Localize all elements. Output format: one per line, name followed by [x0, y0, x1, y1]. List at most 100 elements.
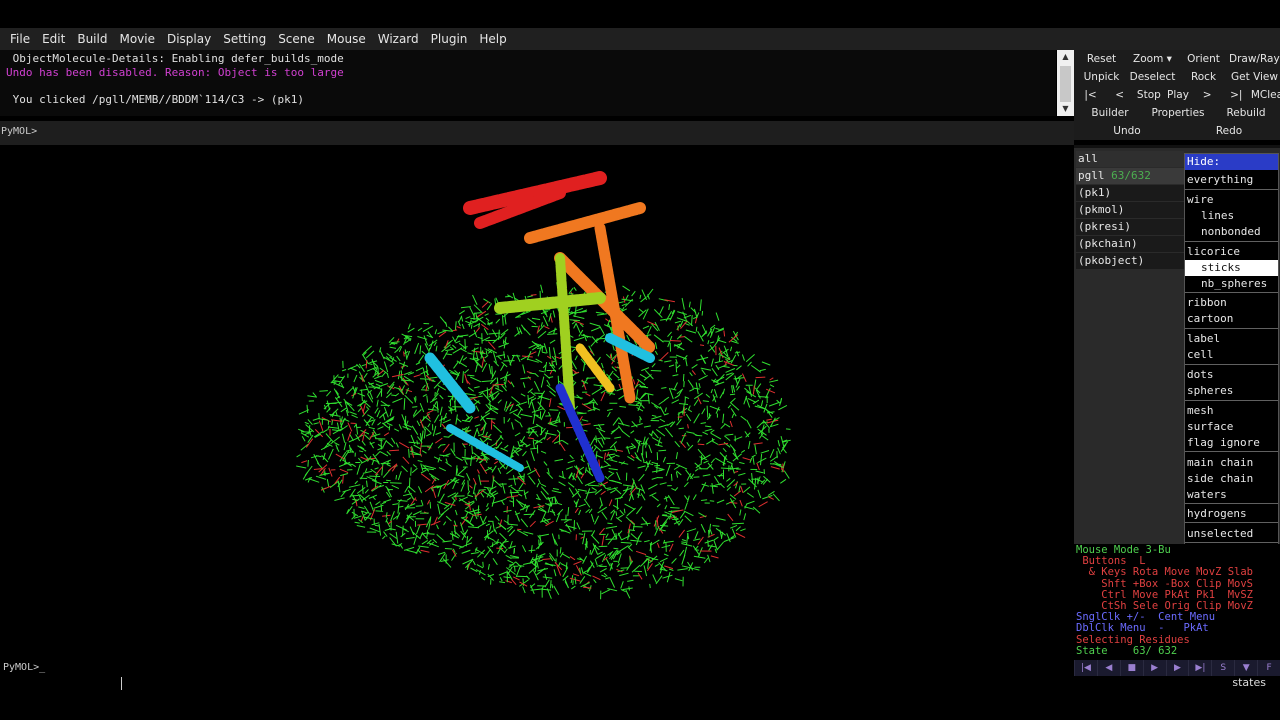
menu-plugin[interactable]: Plugin [425, 28, 474, 50]
object-pk1[interactable]: (pk1) [1076, 185, 1184, 202]
hide-item-hydrogens[interactable]: hydrogens [1185, 506, 1278, 522]
object-pkchain[interactable]: (pkchain) [1076, 236, 1184, 253]
lipid-sticks [296, 282, 791, 600]
movie-control-button[interactable]: S [1211, 660, 1234, 676]
movie-control-button[interactable]: ▼ [1234, 660, 1257, 676]
hide-item-main-chain[interactable]: main chain [1185, 455, 1278, 471]
draw-ray-button[interactable]: Draw/Ray ▾ [1229, 50, 1280, 68]
menu-mouse[interactable]: Mouse [321, 28, 372, 50]
output-console: ObjectMolecule-Details: Enabling defer_b… [0, 50, 1056, 116]
unpick-button[interactable]: Unpick [1076, 68, 1127, 86]
menu-display[interactable]: Display [161, 28, 217, 50]
hide-item-everything[interactable]: everything [1185, 172, 1278, 188]
hide-item-side-chain[interactable]: side chain [1185, 471, 1278, 487]
command-input[interactable] [46, 123, 1070, 143]
console-line: Undo has been disabled. Reason: Object i… [6, 65, 344, 79]
object-pkresi[interactable]: (pkresi) [1076, 219, 1184, 236]
undo-button[interactable]: Undo [1076, 122, 1178, 140]
movie-control-button[interactable]: ◀ [1096, 660, 1120, 676]
hide-item-sticks[interactable]: sticks [1185, 260, 1278, 276]
hide-item-ribbon[interactable]: ribbon [1185, 295, 1278, 311]
menu-wizard[interactable]: Wizard [372, 28, 425, 50]
hide-item-nonbonded[interactable]: nonbonded [1185, 224, 1278, 240]
hide-item-nb_spheres[interactable]: nb_spheres [1185, 276, 1278, 292]
hide-popup-menu: Hide: everything wire lines nonbonded licoric… [1184, 153, 1279, 561]
menu-help[interactable]: Help [473, 28, 512, 50]
window-top-strip [0, 0, 1280, 28]
hide-item-flag-ignore[interactable]: flag ignore [1185, 435, 1278, 451]
command-line: PyMOL> [0, 121, 1074, 145]
object-all[interactable]: all [1076, 151, 1184, 168]
object-name: pgll [1078, 169, 1105, 182]
object-name: (pkresi) [1078, 220, 1131, 233]
status-bar: states [0, 676, 1280, 692]
console-line: You clicked /pgll/MEMB//BDDM`114/C3 -> (… [6, 92, 305, 106]
menu-separator [1185, 364, 1278, 365]
properties-button[interactable]: Properties [1144, 104, 1212, 122]
button-panel: ResetZoom ▾OrientDraw/Ray ▾ UnpickDesele… [1074, 50, 1280, 140]
mclear-button[interactable]: MClear [1251, 86, 1280, 104]
stop-button[interactable]: Stop [1134, 86, 1163, 104]
hide-item-dots[interactable]: dots [1185, 367, 1278, 383]
orient-button[interactable]: Orient [1178, 50, 1229, 68]
nav-button[interactable]: |< [1076, 86, 1105, 104]
nav-button[interactable]: > [1193, 86, 1222, 104]
object-pgll[interactable]: pgll 63/632 [1076, 168, 1184, 185]
reset-button[interactable]: Reset [1076, 50, 1127, 68]
movie-control-button[interactable]: ▶| [1188, 660, 1211, 676]
scroll-up-icon[interactable]: ▲ [1057, 50, 1074, 64]
molecule-viewport[interactable] [0, 148, 1074, 660]
states-label: states [1232, 676, 1266, 689]
menu-setting[interactable]: Setting [217, 28, 272, 50]
builder-button[interactable]: Builder [1076, 104, 1144, 122]
deselect-button[interactable]: Deselect [1127, 68, 1178, 86]
menu-build[interactable]: Build [71, 28, 113, 50]
menu-file[interactable]: File [4, 28, 36, 50]
movie-control-button[interactable]: ▶ [1142, 660, 1166, 676]
console-line: ObjectMolecule-Details: Enabling defer_b… [6, 52, 344, 65]
movie-control-button[interactable]: ■ [1119, 660, 1143, 676]
movie-control-button[interactable]: F [1257, 660, 1280, 676]
nav-button[interactable]: >| [1222, 86, 1251, 104]
object-pkmol[interactable]: (pkmol) [1076, 202, 1184, 219]
hide-item-wire[interactable]: wire [1185, 192, 1278, 208]
movie-control-button[interactable]: ▶ [1165, 660, 1189, 676]
menu-edit[interactable]: Edit [36, 28, 71, 50]
redo-button[interactable]: Redo [1178, 122, 1280, 140]
zoom-button[interactable]: Zoom ▾ [1127, 50, 1178, 68]
nav-button[interactable]: < [1105, 86, 1134, 104]
hide-item-cartoon[interactable]: cartoon [1185, 311, 1278, 327]
bottom-command-bar[interactable]: PyMOL>_ [0, 660, 1074, 676]
object-name: (pkchain) [1078, 237, 1138, 250]
menu-separator [1185, 503, 1278, 504]
scroll-thumb[interactable] [1060, 66, 1071, 102]
command-prompt: PyMOL> [1, 126, 38, 137]
hide-item-cell[interactable]: cell [1185, 347, 1278, 363]
button-row: Unpick Deselect Rock Get View [1076, 68, 1280, 86]
hide-item-spheres[interactable]: spheres [1185, 383, 1278, 399]
menu-scene[interactable]: Scene [272, 28, 321, 50]
scroll-down-icon[interactable]: ▼ [1057, 102, 1074, 116]
movie-control-button[interactable]: |◀ [1074, 660, 1097, 676]
menu-movie[interactable]: Movie [113, 28, 161, 50]
hide-item-label[interactable]: label [1185, 331, 1278, 347]
console-scrollbar[interactable]: ▲ ▼ [1057, 50, 1074, 116]
rock-button[interactable]: Rock [1178, 68, 1229, 86]
button-row: Undo Redo [1076, 122, 1280, 140]
rebuild-button[interactable]: Rebuild [1212, 104, 1280, 122]
hide-item-surface[interactable]: surface [1185, 419, 1278, 435]
get-view-button[interactable]: Get View [1229, 68, 1280, 86]
text-cursor [121, 677, 122, 690]
hide-item-mesh[interactable]: mesh [1185, 403, 1278, 419]
hide-item-unselected[interactable]: unselected [1185, 526, 1278, 542]
movie-controls: |◀ ◀ ■ ▶ ▶ ▶| S ▼ F [1074, 660, 1280, 676]
menu-separator [1185, 522, 1278, 523]
play-button[interactable]: Play [1163, 86, 1192, 104]
hide-item-licorice[interactable]: licorice [1185, 244, 1278, 260]
object-frame-count: 63/632 [1111, 169, 1151, 182]
molecule-render[interactable] [0, 148, 1074, 660]
hide-item-lines[interactable]: lines [1185, 208, 1278, 224]
hide-item-waters[interactable]: waters [1185, 487, 1278, 503]
object-pkobject[interactable]: (pkobject) [1076, 253, 1184, 270]
object-name: (pkobject) [1078, 254, 1145, 267]
